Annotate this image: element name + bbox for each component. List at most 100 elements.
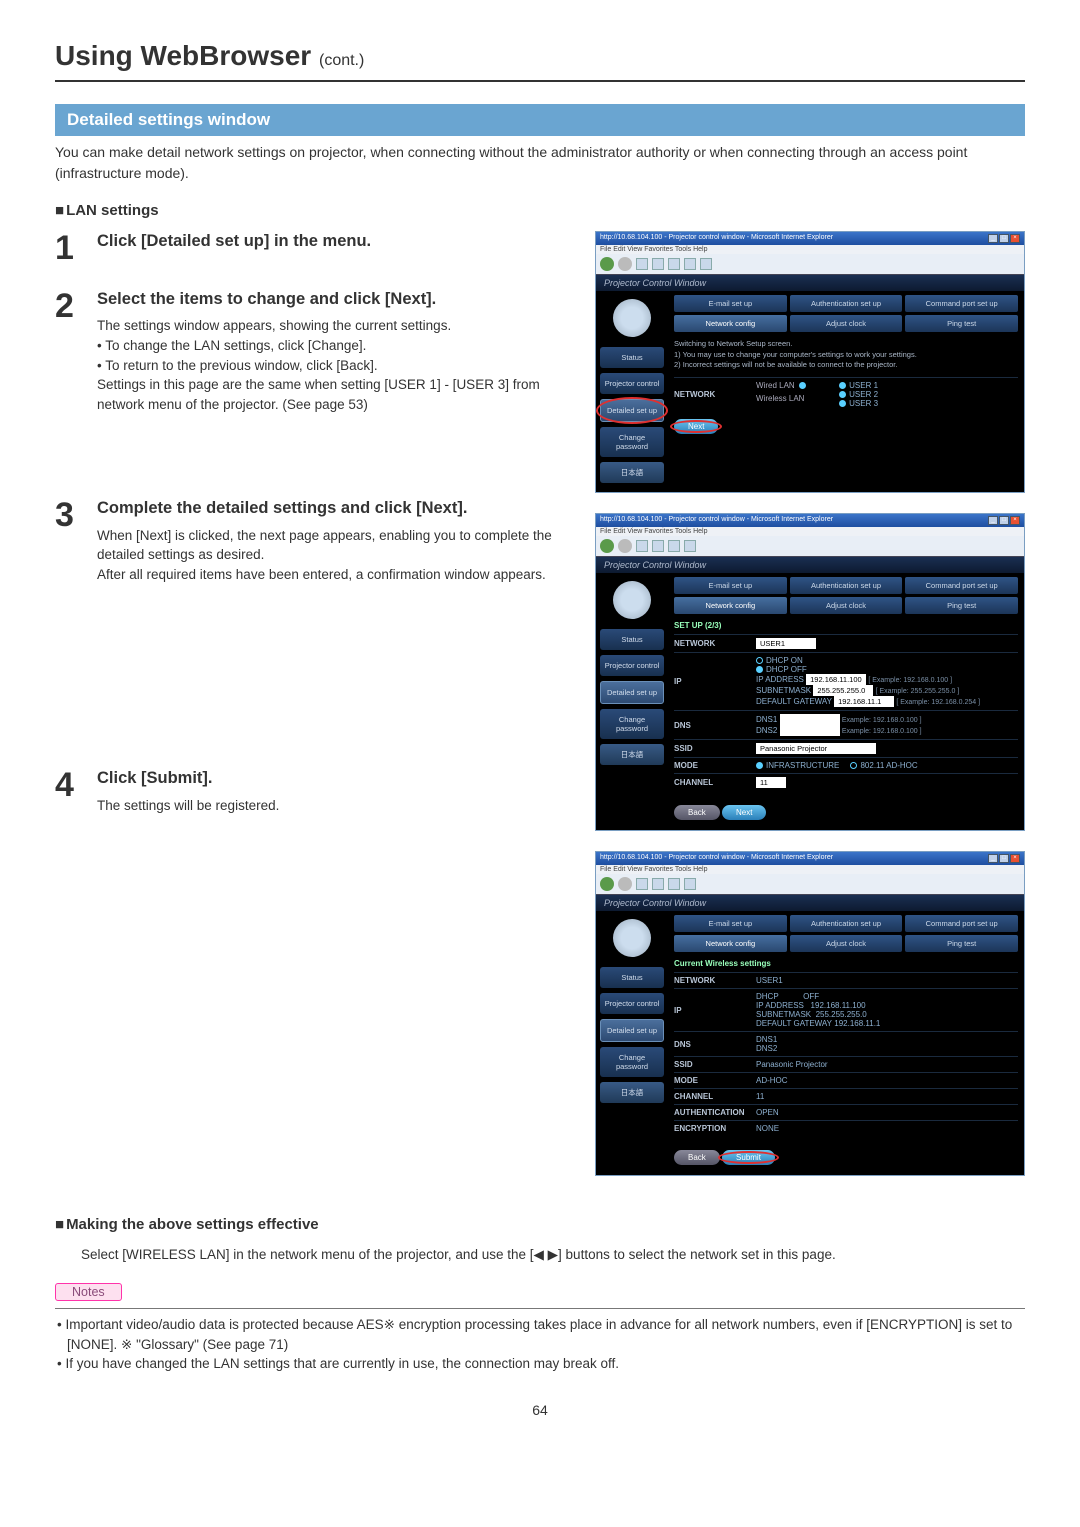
- search-icon[interactable]: [684, 258, 696, 270]
- intro-text: You can make detail network settings on …: [55, 142, 1025, 184]
- back-icon[interactable]: [600, 257, 614, 271]
- tab-auth[interactable]: Authentication set up: [790, 295, 903, 312]
- win2-network-value[interactable]: USER1: [756, 638, 816, 649]
- tab-adjust-clock[interactable]: Adjust clock: [790, 597, 903, 614]
- home-icon[interactable]: [668, 258, 680, 270]
- radio-icon[interactable]: [799, 382, 806, 389]
- gateway-input[interactable]: 192.168.11.1: [834, 696, 894, 707]
- sidebar-detailed-setup[interactable]: Detailed set up: [600, 399, 664, 422]
- dhcp-on-option[interactable]: DHCP ON: [756, 656, 1018, 665]
- win1-network-label: NETWORK: [674, 390, 756, 399]
- back-icon[interactable]: [600, 539, 614, 553]
- win3-current-settings: Current Wireless settings: [674, 955, 1018, 972]
- favorites-icon[interactable]: [684, 878, 696, 890]
- sidebar-projector-control[interactable]: Projector control: [600, 655, 664, 676]
- sidebar-language-jp[interactable]: 日本語: [600, 1082, 664, 1103]
- mode-adhoc-option[interactable]: 802.11 AD-HOC: [850, 761, 917, 770]
- sidebar-projector-control[interactable]: Projector control: [600, 373, 664, 394]
- sidebar-language-jp[interactable]: 日本語: [600, 744, 664, 765]
- next-button[interactable]: Next: [722, 805, 766, 820]
- win3-auth-label: AUTHENTICATION: [674, 1108, 756, 1117]
- tab-email[interactable]: E-mail set up: [674, 577, 787, 594]
- win1-user1[interactable]: USER 1: [839, 381, 878, 390]
- ssid-input[interactable]: Panasonic Projector: [756, 743, 876, 754]
- win1-instr1: 1) You may use to change your computer's…: [674, 350, 1018, 361]
- tab-command[interactable]: Command port set up: [905, 915, 1018, 932]
- radio-icon[interactable]: [839, 382, 846, 389]
- win1-instr2: 2) Incorrect settings will not be availa…: [674, 360, 1018, 371]
- tab-adjust-clock[interactable]: Adjust clock: [790, 935, 903, 952]
- forward-icon[interactable]: [618, 257, 632, 271]
- title-rule: [55, 80, 1025, 82]
- home-icon[interactable]: [652, 878, 664, 890]
- sidebar-status[interactable]: Status: [600, 629, 664, 650]
- forward-icon[interactable]: [618, 877, 632, 891]
- win1-menubar[interactable]: File Edit View Favorites Tools Help: [596, 245, 1024, 254]
- next-button[interactable]: Next: [674, 419, 718, 434]
- refresh-icon[interactable]: [636, 878, 648, 890]
- sidebar-change-password[interactable]: Change password: [600, 709, 664, 739]
- tab-network-config[interactable]: Network config: [674, 315, 787, 332]
- channel-input[interactable]: 11: [756, 777, 786, 788]
- tab-email[interactable]: E-mail set up: [674, 915, 787, 932]
- tab-command[interactable]: Command port set up: [905, 295, 1018, 312]
- tab-ping-test[interactable]: Ping test: [905, 597, 1018, 614]
- mode-infra-option[interactable]: INFRASTRUCTURE: [756, 761, 839, 770]
- tab-network-config[interactable]: Network config: [674, 597, 787, 614]
- search-icon[interactable]: [668, 540, 680, 552]
- sidebar-detailed-setup[interactable]: Detailed set up: [600, 1019, 664, 1042]
- tab-network-config[interactable]: Network config: [674, 935, 787, 952]
- search-icon[interactable]: [668, 878, 680, 890]
- sidebar-detailed-setup[interactable]: Detailed set up: [600, 681, 664, 704]
- dhcp-off-option[interactable]: DHCP OFF: [756, 665, 1018, 674]
- minimize-icon[interactable]: _: [988, 234, 998, 243]
- close-icon[interactable]: ×: [1010, 516, 1020, 525]
- maximize-icon[interactable]: □: [999, 516, 1009, 525]
- back-button[interactable]: Back: [674, 805, 720, 820]
- sidebar-change-password[interactable]: Change password: [600, 1047, 664, 1077]
- radio-icon[interactable]: [839, 391, 846, 398]
- close-icon[interactable]: ×: [1010, 854, 1020, 863]
- tab-email[interactable]: E-mail set up: [674, 295, 787, 312]
- dns2-input[interactable]: [780, 725, 840, 736]
- tab-auth[interactable]: Authentication set up: [790, 915, 903, 932]
- favorites-icon[interactable]: [700, 258, 712, 270]
- tab-adjust-clock[interactable]: Adjust clock: [790, 315, 903, 332]
- win2-menubar[interactable]: File Edit View Favorites Tools Help: [596, 527, 1024, 536]
- minimize-icon[interactable]: _: [988, 516, 998, 525]
- maximize-icon[interactable]: □: [999, 234, 1009, 243]
- dns1-input[interactable]: [780, 714, 840, 725]
- radio-icon[interactable]: [756, 666, 763, 673]
- radio-icon[interactable]: [756, 762, 763, 769]
- radio-icon[interactable]: [756, 657, 763, 664]
- favorites-icon[interactable]: [684, 540, 696, 552]
- minimize-icon[interactable]: _: [988, 854, 998, 863]
- win3-titlebar: http://10.68.104.100 - Projector control…: [600, 854, 833, 863]
- tab-ping-test[interactable]: Ping test: [905, 935, 1018, 952]
- subnet-input[interactable]: 255.255.255.0: [813, 685, 873, 696]
- sidebar-change-password[interactable]: Change password: [600, 427, 664, 457]
- refresh-icon[interactable]: [636, 540, 648, 552]
- win1-user2[interactable]: USER 2: [839, 390, 878, 399]
- radio-icon[interactable]: [850, 762, 857, 769]
- win1-user3[interactable]: USER 3: [839, 399, 878, 408]
- submit-button[interactable]: Submit: [722, 1150, 775, 1165]
- sidebar-status[interactable]: Status: [600, 967, 664, 988]
- forward-icon[interactable]: [618, 539, 632, 553]
- home-icon[interactable]: [652, 540, 664, 552]
- tab-auth[interactable]: Authentication set up: [790, 577, 903, 594]
- sidebar-language-jp[interactable]: 日本語: [600, 462, 664, 483]
- maximize-icon[interactable]: □: [999, 854, 1009, 863]
- sidebar-projector-control[interactable]: Projector control: [600, 993, 664, 1014]
- tab-ping-test[interactable]: Ping test: [905, 315, 1018, 332]
- tab-command[interactable]: Command port set up: [905, 577, 1018, 594]
- refresh-icon[interactable]: [652, 258, 664, 270]
- back-button[interactable]: Back: [674, 1150, 720, 1165]
- win3-menubar[interactable]: File Edit View Favorites Tools Help: [596, 865, 1024, 874]
- ip-address-input[interactable]: 192.168.11.100: [806, 674, 866, 685]
- close-icon[interactable]: ×: [1010, 234, 1020, 243]
- sidebar-status[interactable]: Status: [600, 347, 664, 368]
- back-icon[interactable]: [600, 877, 614, 891]
- stop-icon[interactable]: [636, 258, 648, 270]
- radio-icon[interactable]: [839, 400, 846, 407]
